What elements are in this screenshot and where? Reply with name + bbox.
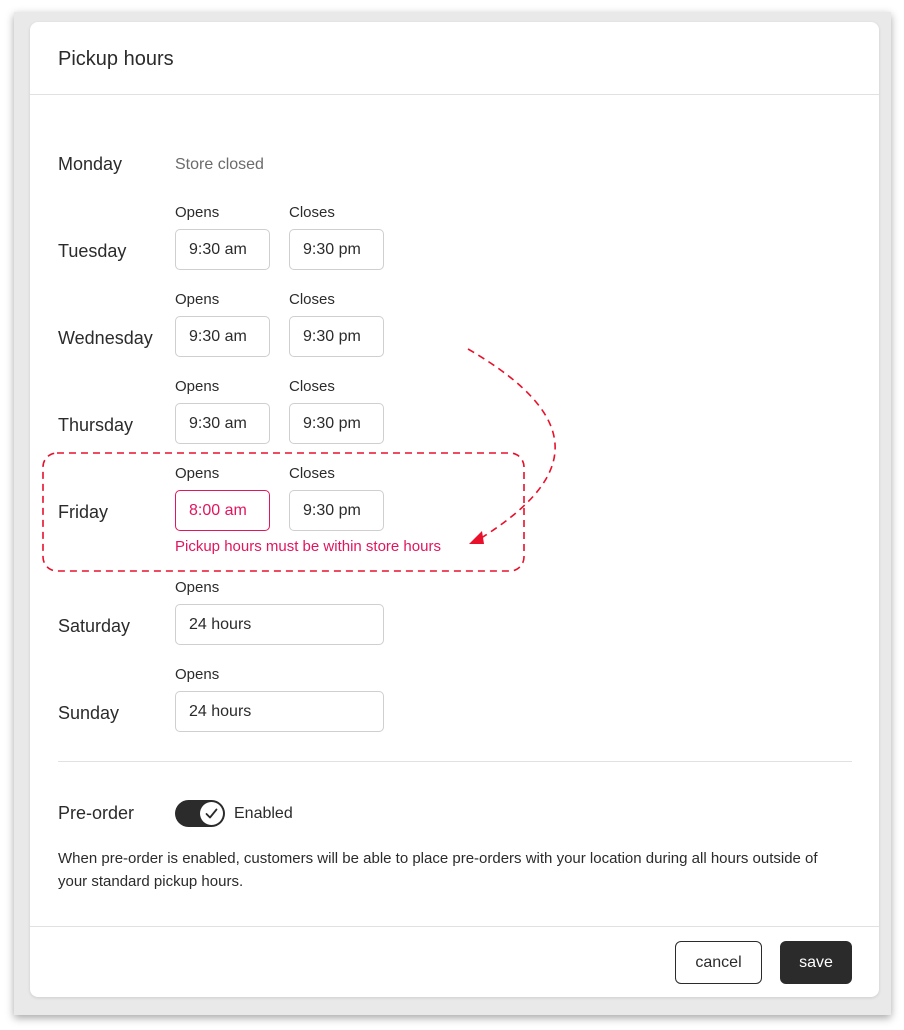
check-icon (205, 808, 218, 819)
dialog-header: Pickup hours (30, 22, 879, 95)
day-label-tuesday: Tuesday (58, 241, 127, 261)
thursday-closes-input[interactable]: 9:30 pm (289, 403, 384, 444)
saturday-opens-label: Opens (175, 579, 220, 596)
friday-error-message: Pickup hours must be within store hours (175, 538, 441, 555)
footer-divider (30, 926, 879, 927)
sunday-opens-input[interactable]: 24 hours (175, 691, 384, 732)
wednesday-opens-input[interactable]: 9:30 am (175, 316, 270, 357)
thursday-opens-label: Opens (175, 378, 220, 395)
saturday-opens-input[interactable]: 24 hours (175, 604, 384, 645)
day-label-thursday: Thursday (58, 415, 134, 435)
friday-opens-input[interactable]: 8:00 am (175, 490, 270, 531)
wednesday-closes-label: Closes (289, 291, 335, 308)
sunday-opens-label: Opens (175, 666, 220, 683)
pickup-hours-dialog: Pickup hours Monday Store closed Opens C… (30, 22, 879, 997)
tuesday-closes-input[interactable]: 9:30 pm (289, 229, 384, 270)
tuesday-opens-label: Opens (175, 204, 220, 221)
preorder-label: Pre-order (58, 803, 135, 823)
day-label-sunday: Sunday (58, 703, 120, 723)
save-button[interactable]: save (780, 941, 852, 984)
tuesday-closes-label: Closes (289, 204, 335, 221)
friday-closes-input[interactable]: 9:30 pm (289, 490, 384, 531)
day-label-saturday: Saturday (58, 616, 131, 636)
day-label-friday: Friday (58, 502, 109, 522)
thursday-opens-input[interactable]: 9:30 am (175, 403, 270, 444)
wednesday-closes-input[interactable]: 9:30 pm (289, 316, 384, 357)
friday-closes-label: Closes (289, 465, 335, 482)
dialog-title: Pickup hours (58, 48, 174, 70)
preorder-toggle-state: Enabled (234, 805, 293, 822)
cancel-button[interactable]: cancel (675, 941, 762, 984)
preorder-description: When pre-order is enabled, customers wil… (58, 850, 818, 890)
preorder-toggle[interactable] (175, 800, 225, 827)
friday-opens-label: Opens (175, 465, 220, 482)
toggle-knob (200, 802, 223, 825)
day-label-wednesday: Wednesday (58, 328, 153, 348)
section-divider (58, 761, 852, 762)
tuesday-opens-input[interactable]: 9:30 am (175, 229, 270, 270)
wednesday-opens-label: Opens (175, 291, 220, 308)
day-label-monday: Monday (58, 154, 123, 174)
store-closed-status: Store closed (175, 156, 264, 173)
thursday-closes-label: Closes (289, 378, 335, 395)
